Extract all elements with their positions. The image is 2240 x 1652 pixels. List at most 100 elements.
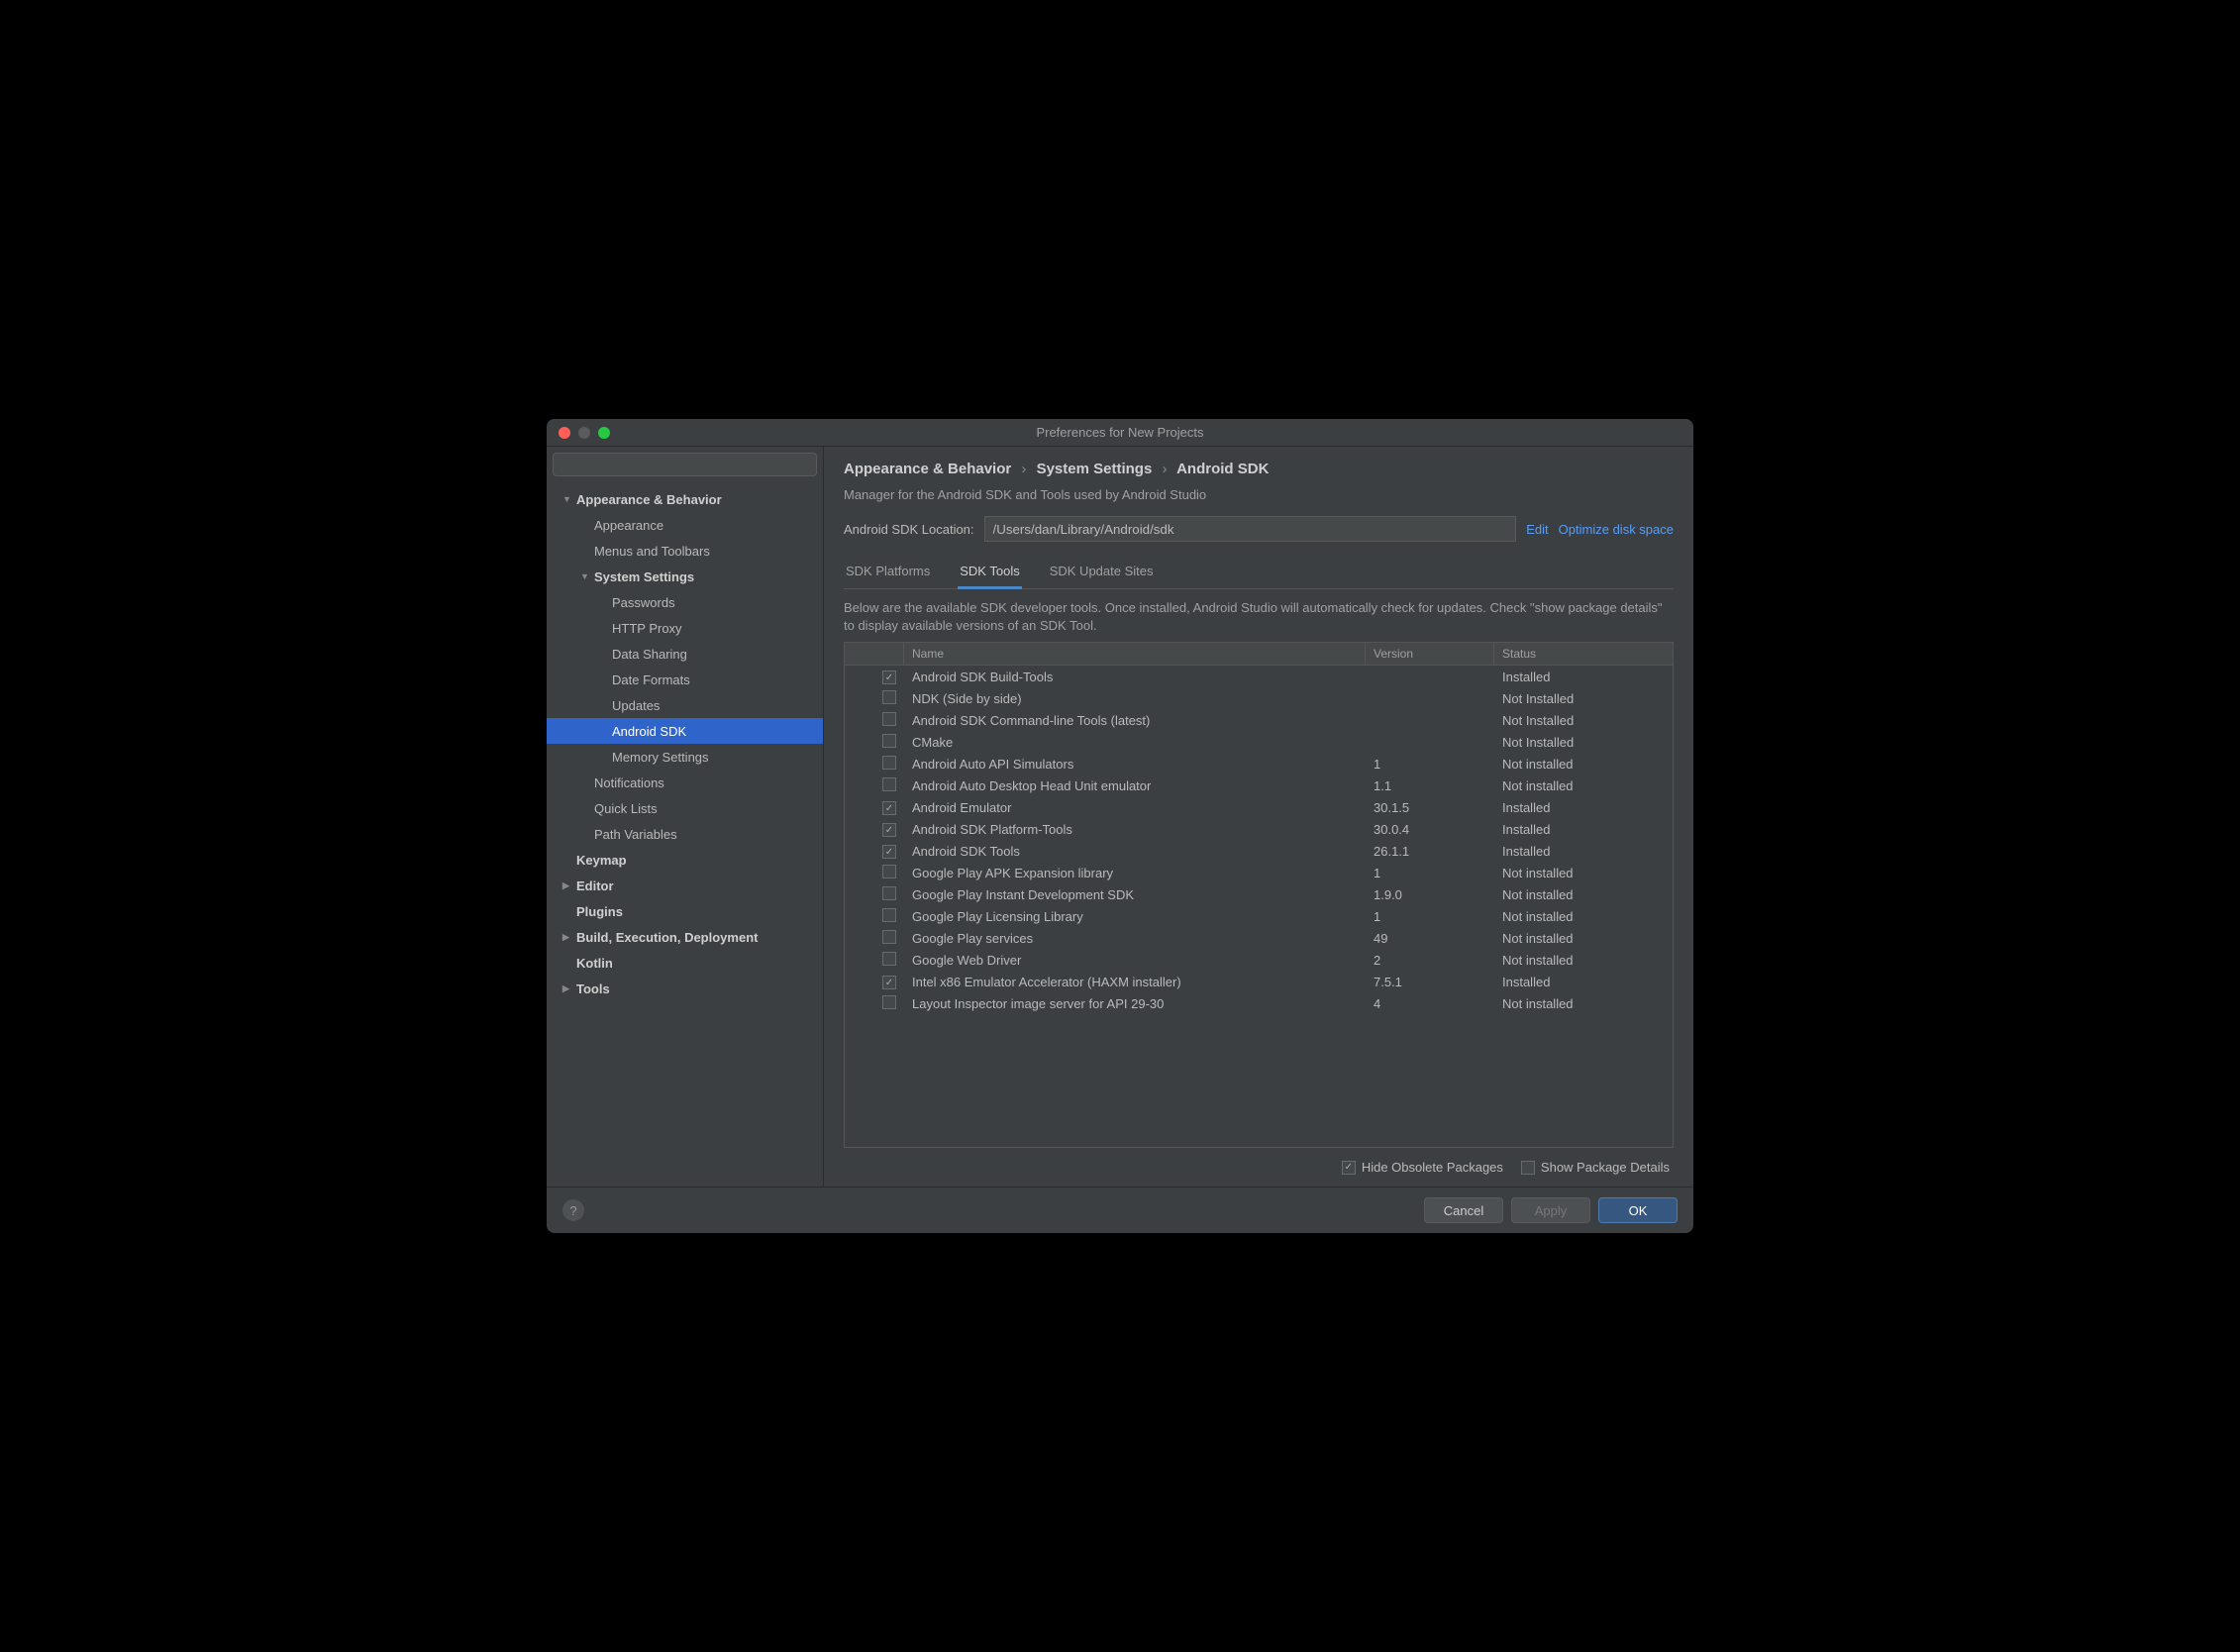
sidebar-item-label: Tools	[576, 981, 610, 996]
table-row[interactable]: Android Auto Desktop Head Unit emulator1…	[845, 774, 1673, 796]
hide-obsolete-label: Hide Obsolete Packages	[1362, 1160, 1503, 1175]
sidebar-item-label: Updates	[612, 698, 660, 713]
search-input[interactable]	[553, 453, 817, 476]
cell-status: Not Installed	[1494, 687, 1673, 710]
cell-version: 30.0.4	[1366, 818, 1494, 841]
cell-status: Not Installed	[1494, 709, 1673, 732]
sidebar-item[interactable]: Passwords	[547, 589, 823, 615]
help-icon[interactable]: ?	[562, 1199, 584, 1221]
checkbox-icon[interactable]	[882, 756, 896, 770]
cell-version: 1.9.0	[1366, 883, 1494, 906]
sidebar-item[interactable]: Kotlin	[547, 950, 823, 976]
tab[interactable]: SDK Tools	[958, 558, 1021, 589]
checkbox-icon[interactable]	[882, 823, 896, 837]
checkbox-icon[interactable]	[882, 671, 896, 684]
sdk-tabs: SDK Platforms SDK Tools SDK Update Sites	[844, 558, 1674, 589]
titlebar: Preferences for New Projects	[547, 419, 1693, 447]
sidebar-item-label: Plugins	[576, 904, 623, 919]
column-name[interactable]: Name	[904, 643, 1366, 665]
cell-name: Layout Inspector image server for API 29…	[904, 992, 1366, 1015]
checkbox-icon[interactable]	[882, 845, 896, 859]
checkbox-icon[interactable]	[882, 801, 896, 815]
sidebar-item[interactable]: Memory Settings	[547, 744, 823, 770]
table-row[interactable]: NDK (Side by side)Not Installed	[845, 687, 1673, 709]
table-row[interactable]: Google Play services49Not installed	[845, 927, 1673, 949]
table-row[interactable]: Google Web Driver2Not installed	[845, 949, 1673, 971]
sidebar-item[interactable]: ▶Editor	[547, 873, 823, 898]
tab[interactable]: SDK Update Sites	[1048, 558, 1156, 588]
table-row[interactable]: Google Play APK Expansion library1Not in…	[845, 862, 1673, 883]
sdk-location-label: Android SDK Location:	[844, 522, 974, 537]
sidebar-item[interactable]: Android SDK	[547, 718, 823, 744]
checkbox-icon[interactable]	[882, 995, 896, 1009]
checkbox-icon[interactable]	[882, 690, 896, 704]
cell-status: Not Installed	[1494, 731, 1673, 754]
table-row[interactable]: Android SDK Platform-Tools30.0.4Installe…	[845, 818, 1673, 840]
checkbox-icon[interactable]	[882, 952, 896, 966]
edit-location-link[interactable]: Edit	[1526, 522, 1548, 537]
sdk-location-input[interactable]	[984, 516, 1517, 542]
sidebar-item-label: Kotlin	[576, 956, 613, 971]
checkbox-icon[interactable]	[882, 777, 896, 791]
cell-status: Installed	[1494, 971, 1673, 993]
table-row[interactable]: Android Auto API Simulators1Not installe…	[845, 753, 1673, 774]
table-row[interactable]: Android SDK Tools26.1.1Installed	[845, 840, 1673, 862]
checkbox-icon[interactable]	[882, 734, 896, 748]
sidebar-item[interactable]: Plugins	[547, 898, 823, 924]
sidebar-item[interactable]: ▶Tools	[547, 976, 823, 1001]
checkbox-icon[interactable]	[882, 930, 896, 944]
table-row[interactable]: CMakeNot Installed	[845, 731, 1673, 753]
cell-version: 49	[1366, 927, 1494, 950]
table-row[interactable]: Google Play Instant Development SDK1.9.0…	[845, 883, 1673, 905]
tab[interactable]: SDK Platforms	[844, 558, 932, 588]
checkbox-icon[interactable]	[882, 865, 896, 878]
sidebar-item[interactable]: Menus and Toolbars	[547, 538, 823, 564]
optimize-disk-link[interactable]: Optimize disk space	[1559, 522, 1674, 537]
column-status[interactable]: Status	[1494, 643, 1673, 665]
sidebar-item[interactable]: ▼Appearance & Behavior	[547, 486, 823, 512]
dialog-footer: ? Cancel Apply OK	[547, 1187, 1693, 1233]
sidebar-item[interactable]: Notifications	[547, 770, 823, 795]
table-row[interactable]: Intel x86 Emulator Accelerator (HAXM ins…	[845, 971, 1673, 992]
show-details-option[interactable]: Show Package Details	[1521, 1160, 1670, 1175]
table-row[interactable]: Android SDK Command-line Tools (latest)N…	[845, 709, 1673, 731]
cell-name: Android SDK Build-Tools	[904, 666, 1366, 688]
cell-version	[1366, 716, 1494, 724]
hide-obsolete-option[interactable]: Hide Obsolete Packages	[1342, 1160, 1503, 1175]
sidebar-item[interactable]: Updates	[547, 692, 823, 718]
checkbox-icon[interactable]	[882, 976, 896, 989]
apply-button[interactable]: Apply	[1511, 1197, 1590, 1223]
checkbox-icon[interactable]	[882, 908, 896, 922]
table-row[interactable]: Google Play Licensing Library1Not instal…	[845, 905, 1673, 927]
sidebar-item-label: HTTP Proxy	[612, 621, 682, 636]
sidebar-item[interactable]: Data Sharing	[547, 641, 823, 667]
checkbox-icon	[1521, 1161, 1535, 1175]
cell-version: 1	[1366, 905, 1494, 928]
cell-status: Not installed	[1494, 992, 1673, 1015]
sidebar-item[interactable]: Path Variables	[547, 821, 823, 847]
cancel-button[interactable]: Cancel	[1424, 1197, 1503, 1223]
table-row[interactable]: Layout Inspector image server for API 29…	[845, 992, 1673, 1014]
main-content: Appearance & Behavior › System Settings …	[824, 447, 1693, 1187]
sidebar-item[interactable]: Date Formats	[547, 667, 823, 692]
sidebar-item[interactable]: Keymap	[547, 847, 823, 873]
sidebar-item[interactable]: Quick Lists	[547, 795, 823, 821]
column-version[interactable]: Version	[1366, 643, 1494, 665]
cell-version: 7.5.1	[1366, 971, 1494, 993]
chevron-right-icon: ▶	[562, 932, 576, 943]
sidebar-item[interactable]: ▼System Settings	[547, 564, 823, 589]
checkbox-icon[interactable]	[882, 886, 896, 900]
cell-status: Not installed	[1494, 753, 1673, 775]
sidebar-item[interactable]: Appearance	[547, 512, 823, 538]
sidebar: ⌕ ▼Appearance & BehaviorAppearanceMenus …	[547, 447, 824, 1187]
ok-button[interactable]: OK	[1598, 1197, 1678, 1223]
cell-version: 1	[1366, 862, 1494, 884]
sidebar-item[interactable]: HTTP Proxy	[547, 615, 823, 641]
cell-name: Google Play services	[904, 927, 1366, 950]
table-row[interactable]: Android SDK Build-ToolsInstalled	[845, 666, 1673, 687]
table-row[interactable]: Android Emulator30.1.5Installed	[845, 796, 1673, 818]
cell-name: Google Play APK Expansion library	[904, 862, 1366, 884]
checkbox-icon[interactable]	[882, 712, 896, 726]
breadcrumb-part: Appearance & Behavior	[844, 461, 1011, 477]
sidebar-item[interactable]: ▶Build, Execution, Deployment	[547, 924, 823, 950]
